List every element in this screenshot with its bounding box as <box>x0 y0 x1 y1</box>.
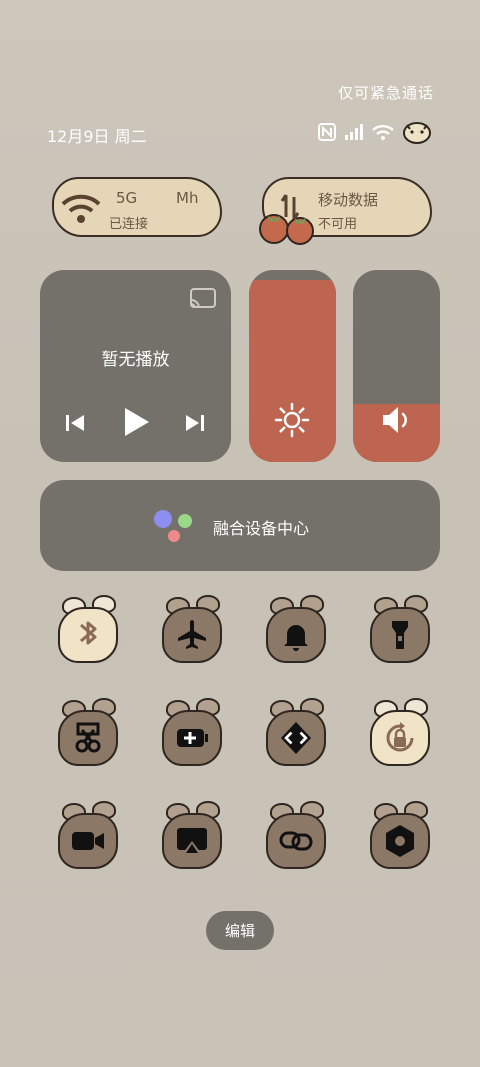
mobile-data-icon <box>280 193 300 225</box>
media-title: 暂无播放 <box>101 350 170 370</box>
wifi-tile-icon <box>60 191 102 231</box>
toggle-settings[interactable] <box>360 801 440 881</box>
volume-slider[interactable] <box>353 270 440 462</box>
date-text: 12月9日 周二 <box>47 127 147 146</box>
status-icons <box>318 120 432 144</box>
wifi-tile[interactable]: 5G Mh 已连接 <box>44 165 224 245</box>
wifi-title-extra: Mh <box>176 189 199 207</box>
next-button[interactable] <box>184 412 206 438</box>
battery-saver-icon <box>174 720 210 756</box>
media-player-card[interactable]: 暂无播放 <box>40 270 231 462</box>
nfc-icon <box>318 123 336 141</box>
fusion-device-center-card[interactable]: 融合设备中心 <box>40 480 440 571</box>
wifi-icon <box>372 124 394 140</box>
rotation-lock-icon <box>382 720 418 756</box>
toggle-link[interactable] <box>256 801 336 881</box>
link-icon <box>278 823 314 859</box>
bell-icon <box>278 617 314 653</box>
edit-button[interactable]: 编辑 <box>206 911 274 950</box>
brightness-slider[interactable] <box>249 270 336 462</box>
fusion-device-center-icon <box>150 508 194 548</box>
fusion-device-center-label: 融合设备中心 <box>213 519 310 538</box>
screenshot-icon <box>70 720 106 756</box>
settings-icon <box>382 823 418 859</box>
toggle-bell[interactable] <box>256 595 336 675</box>
screen-record-icon <box>70 823 106 859</box>
previous-button[interactable] <box>64 412 86 438</box>
play-button[interactable] <box>122 406 150 442</box>
wifi-title: 5G <box>116 189 138 207</box>
mobile-data-subtitle: 不可用 <box>318 217 358 232</box>
cast-button[interactable] <box>190 288 216 314</box>
signal-icon <box>344 124 364 140</box>
cast-icon <box>174 823 210 859</box>
toggle-flashlight[interactable] <box>360 595 440 675</box>
toggle-cast[interactable] <box>152 801 232 881</box>
airplane-icon <box>174 617 210 653</box>
bluetooth-icon <box>70 617 106 653</box>
toggle-rotation-lock[interactable] <box>360 698 440 778</box>
mobile-data-tile[interactable]: 移动数据 不可用 <box>254 165 434 245</box>
toggle-bluetooth[interactable] <box>48 595 128 675</box>
share-icon <box>278 720 314 756</box>
toggle-screen-record[interactable] <box>48 801 128 881</box>
emergency-calls-only-text: 仅可紧急通话 <box>337 84 434 102</box>
battery-cat-icon <box>402 120 432 144</box>
flashlight-icon <box>382 617 418 653</box>
mobile-data-title: 移动数据 <box>318 191 379 209</box>
wifi-subtitle: 已连接 <box>109 217 149 232</box>
volume-icon <box>381 405 413 439</box>
brightness-icon <box>274 402 310 442</box>
toggle-airplane[interactable] <box>152 595 232 675</box>
toggle-share[interactable] <box>256 698 336 778</box>
toggle-screenshot[interactable] <box>48 698 128 778</box>
toggle-battery-saver[interactable] <box>152 698 232 778</box>
